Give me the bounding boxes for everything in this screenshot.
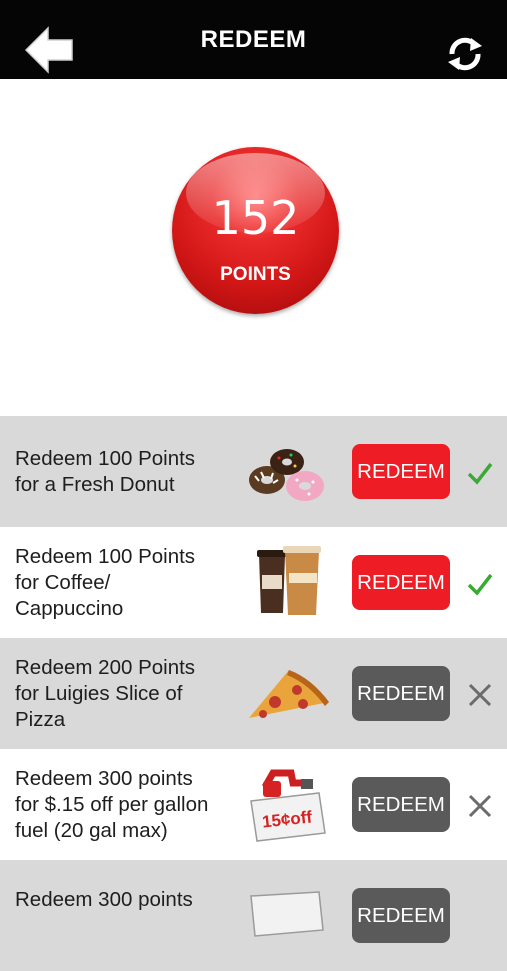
refresh-icon[interactable] (445, 34, 485, 74)
reward-description: Redeem 100 Points for a Fresh Donut (15, 446, 240, 498)
reward-text-line: Redeem 200 Points (15, 655, 196, 679)
back-arrow-icon[interactable] (24, 26, 76, 78)
cross-icon (468, 683, 492, 707)
reward-row-pizza: Redeem 200 Points for Luigies Slice of P… (0, 638, 507, 749)
rewards-list: Redeem 100 Points for a Fresh Donut REDE… (0, 416, 507, 971)
reward-text-line: for a Fresh Donut (15, 472, 175, 496)
reward-text-line: for Coffee/ (15, 570, 111, 594)
reward-text-line: Pizza (15, 707, 66, 731)
redeem-button[interactable]: REDEEM (352, 777, 450, 832)
check-icon (467, 573, 493, 596)
coffee-cups-image (257, 546, 321, 615)
reward-row-coffee: Redeem 100 Points for Coffee/ Cappuccino… (0, 527, 507, 638)
points-label: POINTS (220, 264, 291, 285)
redeem-button[interactable]: REDEEM (352, 444, 450, 499)
fuel-discount-image (250, 891, 324, 937)
reward-description: Redeem 100 Points for Coffee/ Cappuccino (15, 544, 240, 622)
reward-text-line: for $.15 off per gallon (15, 792, 209, 816)
points-value: 152 (211, 191, 300, 245)
reward-text-line: Cappuccino (15, 596, 124, 620)
reward-text-line: Redeem 300 points (15, 888, 193, 911)
header-bar: REDEEM (0, 0, 507, 79)
fuel-discount-image: 15¢off (250, 769, 326, 842)
reward-text-line: fuel (20 gal max) (15, 818, 168, 842)
redeem-button[interactable]: REDEEM (352, 555, 450, 610)
reward-description: Redeem 300 points (15, 887, 193, 913)
reward-description: Redeem 300 points for $.15 off per gallo… (15, 766, 240, 844)
reward-text-line: Redeem 300 points (15, 766, 193, 790)
reward-row-donut: Redeem 100 Points for a Fresh Donut REDE… (0, 416, 507, 527)
page-title: REDEEM (200, 25, 307, 53)
pizza-slice-image (249, 670, 329, 718)
redeem-button[interactable]: REDEEM (352, 666, 450, 721)
check-icon (467, 462, 493, 485)
reward-row-fuel: Redeem 300 points for $.15 off per gallo… (0, 749, 507, 860)
cross-icon (468, 794, 492, 818)
points-badge: 152 POINTS (172, 147, 339, 314)
reward-text-line: Redeem 100 Points (15, 544, 196, 568)
donuts-image (249, 449, 324, 501)
reward-text-line: for Luigies Slice of (15, 681, 183, 705)
reward-row-fuel-2: Redeem 300 points REDEEM (0, 860, 507, 971)
redeem-button[interactable]: REDEEM (352, 888, 450, 943)
reward-text-line: Redeem 100 Points (15, 446, 196, 470)
reward-description: Redeem 200 Points for Luigies Slice of P… (15, 655, 240, 733)
